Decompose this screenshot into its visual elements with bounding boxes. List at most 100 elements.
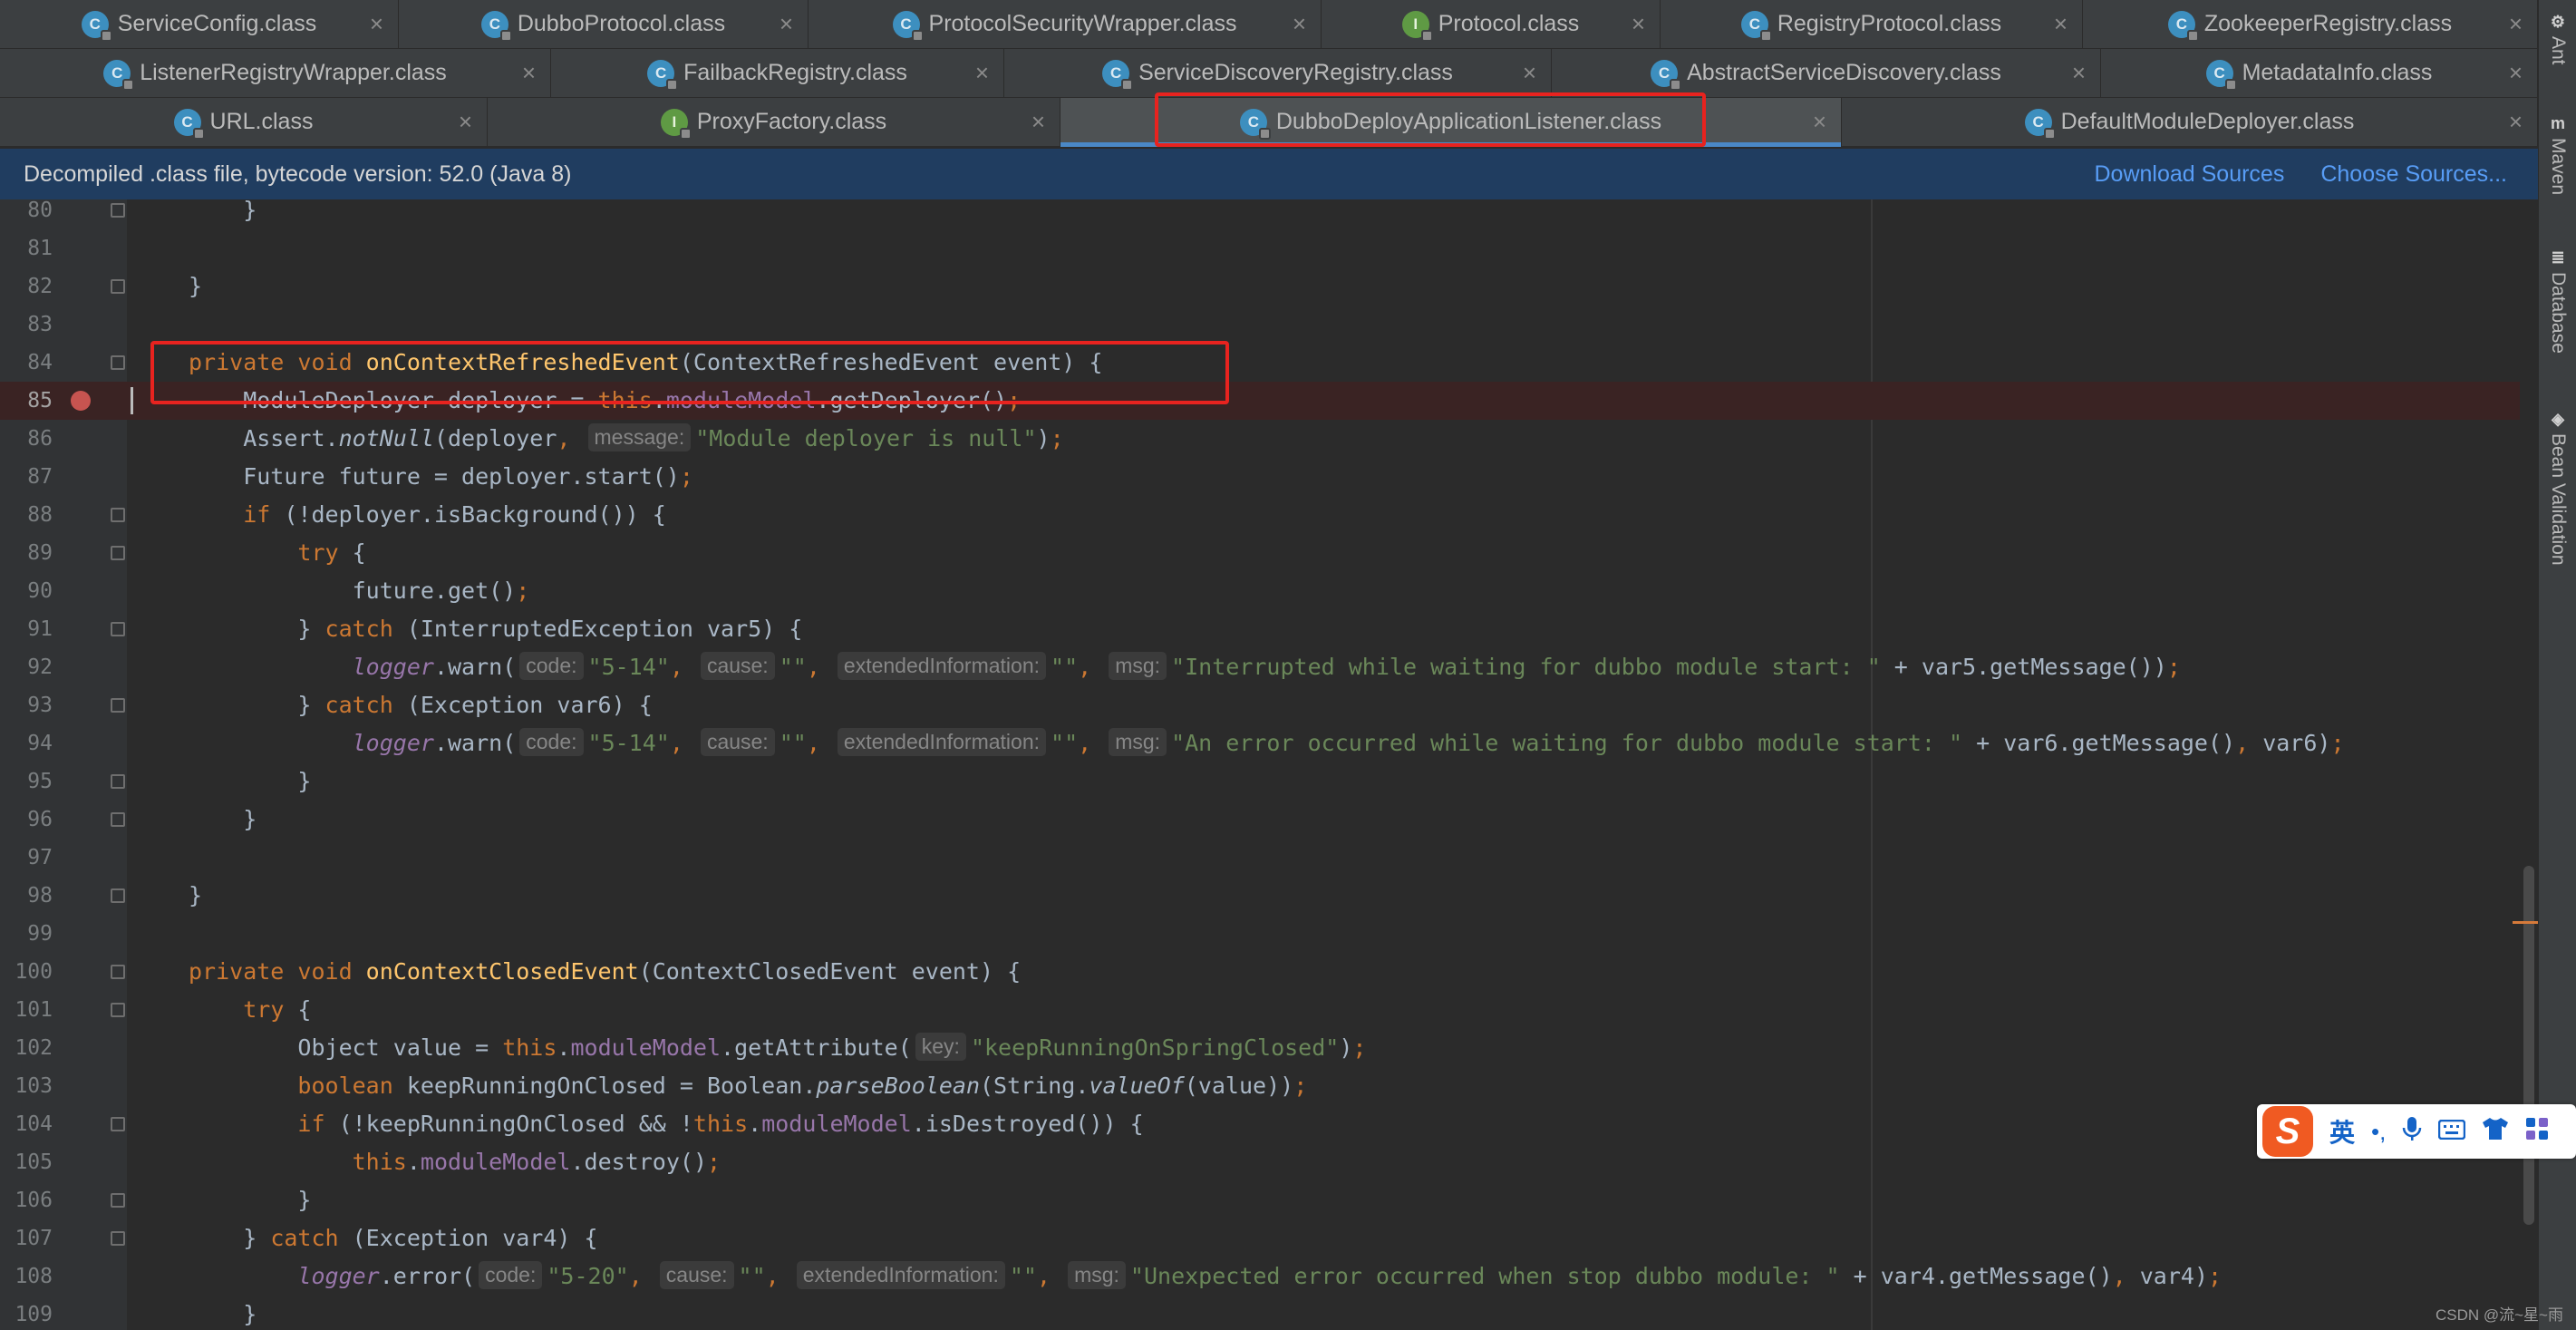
- fold-marker-icon[interactable]: [111, 546, 125, 560]
- code-line[interactable]: 83: [0, 306, 2538, 344]
- line-number[interactable]: 101: [0, 991, 53, 1029]
- line-number[interactable]: 88: [0, 496, 53, 534]
- microphone-icon[interactable]: [2402, 1116, 2422, 1148]
- code-line[interactable]: 87 Future future = deployer.start();: [0, 458, 2538, 496]
- fold-marker-icon[interactable]: [111, 1117, 125, 1131]
- code-line[interactable]: 97: [0, 839, 2538, 877]
- code-line[interactable]: 101 try {: [0, 991, 2538, 1029]
- close-icon[interactable]: ×: [975, 60, 989, 85]
- code-line[interactable]: 92 logger.warn(code: "5-14", cause: "", ex…: [0, 648, 2538, 686]
- tab-serviceconfig[interactable]: ServiceConfig.class ×: [0, 0, 399, 49]
- line-number[interactable]: 91: [0, 610, 53, 648]
- code-text[interactable]: } catch (InterruptedException var5) {: [189, 610, 802, 648]
- line-number[interactable]: 102: [0, 1029, 53, 1067]
- code-text[interactable]: this.moduleModel.destroy();: [189, 1143, 721, 1181]
- code-text[interactable]: try {: [189, 991, 311, 1029]
- close-icon[interactable]: ×: [780, 11, 793, 36]
- line-number[interactable]: 96: [0, 801, 53, 839]
- code-text[interactable]: }: [189, 1296, 257, 1330]
- line-number[interactable]: 95: [0, 762, 53, 801]
- code-line[interactable]: 88 if (!deployer.isBackground()) {: [0, 496, 2538, 534]
- line-number[interactable]: 81: [0, 229, 53, 267]
- code-text[interactable]: boolean keepRunningOnClosed = Boolean.pa…: [189, 1067, 1307, 1105]
- choose-sources-link[interactable]: Choose Sources...: [2320, 161, 2507, 188]
- toolbox-icon[interactable]: [2525, 1117, 2549, 1147]
- download-sources-link[interactable]: Download Sources: [2094, 161, 2284, 188]
- close-icon[interactable]: ×: [2072, 60, 2086, 85]
- code-text[interactable]: Future future = deployer.start();: [189, 458, 693, 496]
- code-line[interactable]: 103 boolean keepRunningOnClosed = Boolea…: [0, 1067, 2538, 1105]
- tab-listenerregistrywrapper[interactable]: ListenerRegistryWrapper.class ×: [0, 49, 551, 98]
- close-icon[interactable]: ×: [2509, 11, 2523, 36]
- tab-url[interactable]: URL.class ×: [0, 98, 488, 147]
- fold-marker-icon[interactable]: [111, 203, 125, 218]
- code-text[interactable]: ModuleDeployer deployer = this.moduleMod…: [189, 382, 1021, 420]
- fold-marker-icon[interactable]: [111, 508, 125, 522]
- code-text[interactable]: logger.warn(code: "5-14", cause: "", exten…: [189, 724, 2345, 762]
- line-number[interactable]: 98: [0, 877, 53, 915]
- close-icon[interactable]: ×: [1813, 109, 1826, 134]
- code-line[interactable]: 100 private void onContextClosedEvent(Con…: [0, 953, 2538, 991]
- line-number[interactable]: 86: [0, 420, 53, 458]
- line-number[interactable]: 80: [0, 199, 53, 229]
- code-text[interactable]: }: [189, 267, 202, 306]
- code-line[interactable]: 107 } catch (Exception var4) {: [0, 1219, 2538, 1257]
- code-text[interactable]: }: [189, 1181, 311, 1219]
- line-number[interactable]: 100: [0, 953, 53, 991]
- fold-marker-icon[interactable]: [111, 774, 125, 789]
- tab-dubbodeployapplicationlistener[interactable]: DubboDeployApplicationListener.class ×: [1060, 98, 1842, 147]
- code-line[interactable]: 86 Assert.notNull(deployer, message: "Mod…: [0, 420, 2538, 458]
- tab-protocol[interactable]: Protocol.class ×: [1322, 0, 1661, 49]
- code-line[interactable]: 93 } catch (Exception var6) {: [0, 686, 2538, 724]
- close-icon[interactable]: ×: [1293, 11, 1306, 36]
- code-text[interactable]: logger.error(code: "5-20", cause: "", exte…: [189, 1257, 2222, 1296]
- code-line[interactable]: 84 private void onContextRefreshedEvent(C…: [0, 344, 2538, 382]
- tool-maven[interactable]: m Maven: [2544, 114, 2571, 195]
- tool-ant[interactable]: ⚙ Ant: [2544, 13, 2571, 65]
- fold-marker-icon[interactable]: [111, 698, 125, 713]
- fold-marker-icon[interactable]: [111, 1231, 125, 1246]
- line-number[interactable]: 103: [0, 1067, 53, 1105]
- fold-marker-icon[interactable]: [111, 279, 125, 294]
- line-number[interactable]: 105: [0, 1143, 53, 1181]
- code-text[interactable]: private void onContextClosedEvent(Contex…: [189, 953, 1021, 991]
- line-number[interactable]: 84: [0, 344, 53, 382]
- keyboard-icon[interactable]: [2438, 1118, 2466, 1146]
- close-icon[interactable]: ×: [459, 109, 472, 134]
- line-number[interactable]: 108: [0, 1257, 53, 1296]
- scrollbar-thumb[interactable]: [2523, 866, 2534, 1225]
- close-icon[interactable]: ×: [522, 60, 536, 85]
- code-text[interactable]: } catch (Exception var4) {: [189, 1219, 597, 1257]
- code-text[interactable]: private void onContextRefreshedEvent(Con…: [189, 344, 1102, 382]
- line-number[interactable]: 104: [0, 1105, 53, 1143]
- tool-bean-validation[interactable]: ◈ Bean Validation: [2544, 410, 2571, 566]
- code-text[interactable]: if (!keepRunningOnClosed && !this.module…: [189, 1105, 1143, 1143]
- code-line[interactable]: 109 }: [0, 1296, 2538, 1330]
- code-line[interactable]: 105 this.moduleModel.destroy();: [0, 1143, 2538, 1181]
- tab-metadatainfo[interactable]: MetadataInfo.class ×: [2101, 49, 2538, 98]
- fold-marker-icon[interactable]: [111, 1193, 125, 1208]
- line-number[interactable]: 106: [0, 1181, 53, 1219]
- line-number[interactable]: 85: [0, 382, 53, 420]
- code-text[interactable]: future.get();: [189, 572, 530, 610]
- code-line[interactable]: 91 } catch (InterruptedException var5) {: [0, 610, 2538, 648]
- breakpoint-icon[interactable]: [71, 391, 91, 411]
- close-icon[interactable]: ×: [2509, 60, 2523, 85]
- line-number[interactable]: 92: [0, 648, 53, 686]
- code-line[interactable]: 104 if (!keepRunningOnClosed && !this.mo…: [0, 1105, 2538, 1143]
- fold-marker-icon[interactable]: [111, 888, 125, 903]
- code-text[interactable]: } catch (Exception var6) {: [189, 686, 652, 724]
- code-line[interactable]: 85 ModuleDeployer deployer = this.module…: [0, 382, 2538, 420]
- code-line[interactable]: 90 future.get();: [0, 572, 2538, 610]
- line-number[interactable]: 93: [0, 686, 53, 724]
- punctuation-toggle[interactable]: •,: [2371, 1118, 2386, 1146]
- code-editor[interactable]: 80 } 81 82} 83 84 private void onContextRefre…: [0, 199, 2538, 1330]
- code-text[interactable]: }: [189, 801, 257, 839]
- line-number[interactable]: 109: [0, 1296, 53, 1330]
- sogou-logo-icon[interactable]: S: [2262, 1106, 2313, 1157]
- code-text[interactable]: logger.warn(code: "5-14", cause: "", exten…: [189, 648, 2181, 686]
- ime-language-toggle[interactable]: 英: [2329, 1113, 2355, 1150]
- code-line[interactable]: 106 }: [0, 1181, 2538, 1219]
- code-line[interactable]: 95 }: [0, 762, 2538, 801]
- line-number[interactable]: 99: [0, 915, 53, 953]
